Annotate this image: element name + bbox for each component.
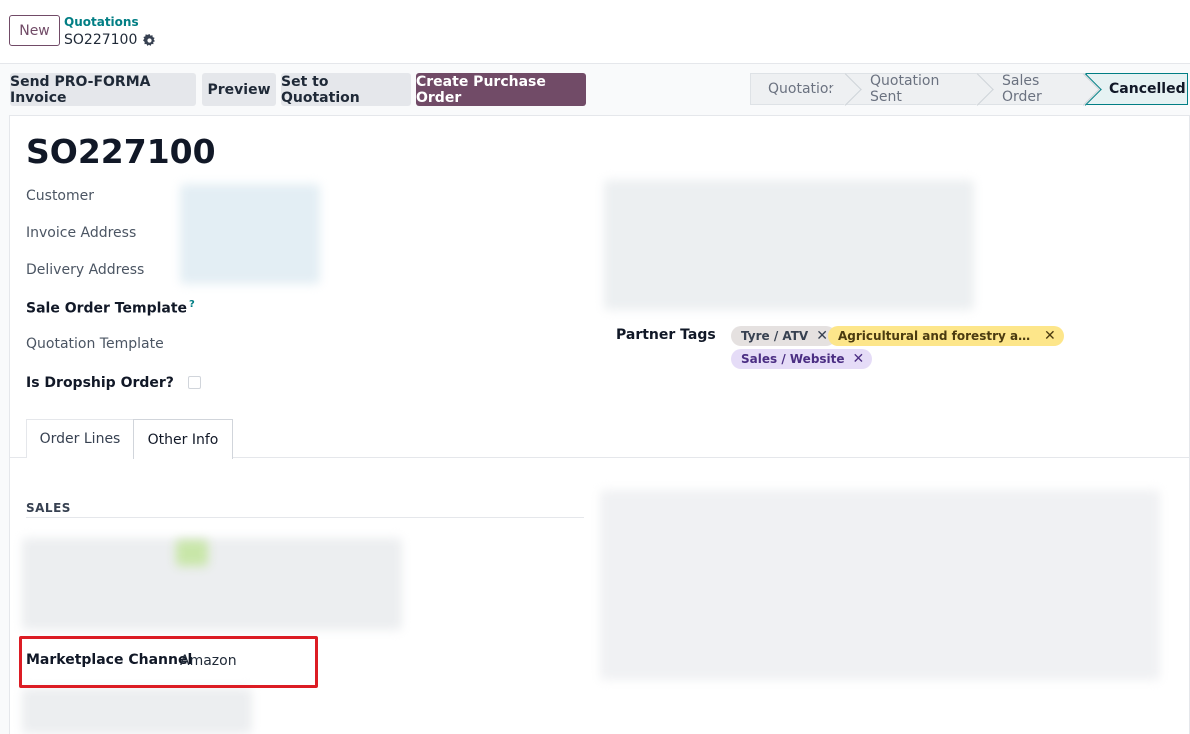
tag-label: Tyre / ATV	[741, 329, 809, 343]
tag-sales-website: Sales / Website ✕	[731, 349, 873, 369]
delivery-address-label: Delivery Address	[26, 262, 145, 278]
stage-quotation[interactable]: Quotation	[750, 73, 848, 105]
breadcrumb-current-label: SO227100	[64, 32, 138, 48]
breadcrumb-current: SO227100	[64, 32, 156, 48]
help-tooltip-icon[interactable]: ?	[189, 299, 195, 310]
redacted-right-fields	[604, 180, 974, 310]
redacted-avatar	[176, 540, 208, 566]
redacted-sales-fields	[22, 538, 402, 630]
quotation-template-label: Quotation Template	[26, 336, 164, 352]
tag-tyre-atv: Tyre / ATV ✕	[731, 326, 836, 346]
stage-quotation-sent[interactable]: Quotation Sent	[848, 73, 980, 105]
tab-order-lines[interactable]: Order Lines	[26, 419, 134, 458]
remove-tag-icon[interactable]: ✕	[1044, 328, 1056, 344]
breadcrumb-quotations[interactable]: Quotations	[64, 15, 139, 29]
redacted-customer-info	[180, 184, 320, 284]
is-dropship-checkbox[interactable]	[188, 376, 201, 389]
send-proforma-button[interactable]: Send PRO-FORMA Invoice	[10, 73, 196, 106]
sale-order-template-text: Sale Order Template	[26, 300, 188, 317]
redacted-bottom-fields	[22, 688, 252, 734]
page-title: SO227100	[26, 132, 216, 171]
gear-icon[interactable]	[143, 33, 156, 47]
tag-label: Agricultural and forestry and land...	[838, 329, 1036, 343]
remove-tag-icon[interactable]: ✕	[816, 328, 828, 344]
preview-button[interactable]: Preview	[202, 73, 276, 106]
sales-section-title: SALES	[26, 501, 71, 515]
set-to-quotation-button[interactable]: Set to Quotation	[281, 73, 411, 106]
remove-tag-icon[interactable]: ✕	[853, 351, 865, 367]
status-bar: Quotation Quotation Sent Sales Order Can…	[750, 73, 1188, 105]
tag-agricultural: Agricultural and forestry and land... ✕	[828, 326, 1064, 346]
redacted-right-section	[600, 490, 1160, 680]
is-dropship-label: Is Dropship Order?	[26, 375, 174, 391]
invoice-address-label: Invoice Address	[26, 225, 137, 241]
customer-label: Customer	[26, 188, 95, 204]
create-purchase-order-button[interactable]: Create Purchase Order	[416, 73, 586, 106]
tag-label: Sales / Website	[741, 352, 845, 366]
tab-other-info[interactable]: Other Info	[133, 419, 233, 459]
partner-tags-label: Partner Tags	[616, 327, 716, 343]
highlight-box	[19, 636, 318, 688]
sales-section-divider	[26, 517, 584, 518]
control-panel: New Quotations SO227100	[0, 0, 1190, 64]
sale-order-template-label: Sale Order Template?	[26, 299, 195, 317]
stage-cancelled[interactable]: Cancelled	[1086, 73, 1188, 105]
new-button[interactable]: New	[9, 15, 60, 46]
stage-sales-order[interactable]: Sales Order	[980, 73, 1086, 105]
